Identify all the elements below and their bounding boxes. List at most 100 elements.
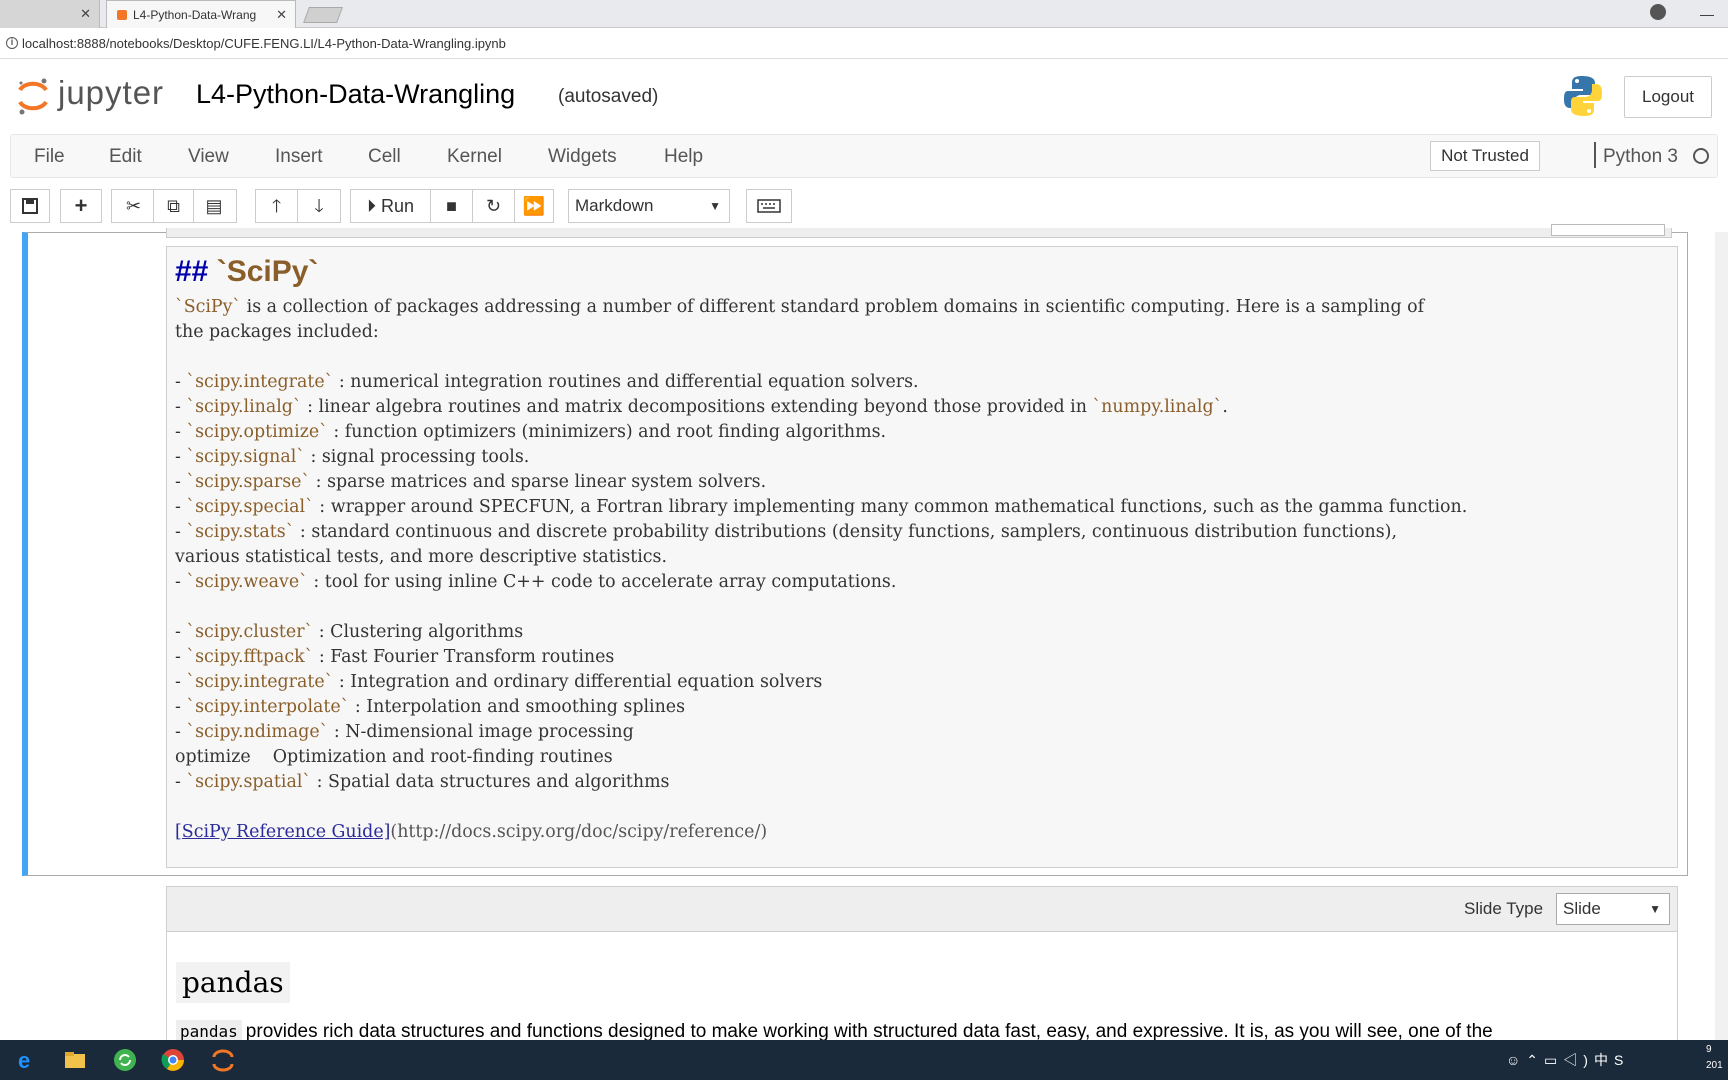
logout-button[interactable]: Logout (1624, 76, 1712, 118)
move-button-group: 🡑 🡓 (255, 189, 341, 223)
window-minimize-icon[interactable]: — (1700, 6, 1714, 22)
menu-edit[interactable]: Edit (109, 146, 142, 168)
menu-widgets[interactable]: Widgets (548, 146, 617, 168)
page-scrollbar[interactable] (1715, 232, 1728, 1040)
people-icon[interactable]: ☺ (1506, 1052, 1526, 1068)
autosave-status: (autosaved) (558, 86, 659, 107)
browser-tab-1[interactable]: ✕ (0, 0, 100, 28)
cut-button[interactable]: ✂ (114, 190, 154, 222)
cell-1-slide-type-select[interactable] (1551, 224, 1665, 236)
dropdown-arrow-icon: ▼ (709, 199, 721, 213)
inline-code-span: `scipy.fftpack` (186, 647, 314, 667)
tab-1-close-icon[interactable]: ✕ (80, 0, 91, 28)
run-button[interactable]: ⏵ Run (351, 190, 431, 222)
menu-view[interactable]: View (188, 146, 229, 168)
markdown-text: . (1222, 397, 1228, 417)
edge-browser-icon[interactable]: e (14, 1047, 40, 1073)
markdown-text: the packages included: (175, 322, 379, 342)
interrupt-button[interactable]: ■ (431, 190, 473, 222)
browser-tab-2[interactable]: L4-Python-Data-Wrang ✕ (106, 0, 296, 28)
menu-kernel[interactable]: Kernel (447, 146, 502, 168)
pandas-paragraph-text: provides rich data structures and functi… (245, 1021, 1493, 1042)
tab-2-close-icon[interactable]: ✕ (276, 1, 287, 29)
markdown-body: `SciPy` is a collection of packages addr… (175, 295, 1669, 845)
new-tab-button[interactable] (303, 7, 343, 23)
save-button[interactable] (10, 189, 50, 223)
volume-icon[interactable]: ◁) (1563, 1052, 1594, 1068)
browser-tab-strip: ✕ L4-Python-Data-Wrang ✕ — (0, 0, 1728, 28)
markdown-line: - `scipy.linalg` : linear algebra routin… (175, 395, 1669, 420)
markdown-text: : signal processing tools. (304, 447, 530, 467)
kernel-idle-indicator-icon (1693, 148, 1709, 164)
file-explorer-icon[interactable] (62, 1047, 88, 1073)
menu-file[interactable]: File (34, 146, 65, 168)
inline-code-span: `numpy.linalg` (1092, 397, 1223, 417)
markdown-line: - `scipy.weave` : tool for using inline … (175, 570, 1669, 595)
markdown-line (175, 595, 1669, 620)
markdown-text: (http://docs.scipy.org/doc/scipy/referen… (390, 822, 768, 842)
markdown-text: : N-dimensional image processing (328, 722, 634, 742)
address-bar[interactable]: i localhost:8888/notebooks/Desktop/CUFE.… (0, 29, 1728, 59)
markdown-text: - (175, 522, 187, 542)
arrow-down-icon: 🡓 (314, 196, 324, 216)
copy-icon: ⧉ (167, 196, 180, 216)
inline-code-span: `scipy.stats` (186, 522, 295, 542)
sogou-icon[interactable]: S (1614, 1052, 1629, 1068)
move-up-button[interactable]: 🡑 (256, 190, 298, 222)
cell-type-select[interactable]: Markdown ▼ (568, 189, 730, 223)
jupyter-wordmark[interactable]: jupyter (58, 74, 164, 112)
not-trusted-button[interactable]: Not Trusted (1430, 141, 1540, 171)
chrome-icon[interactable] (160, 1047, 186, 1073)
notebook-title[interactable]: L4-Python-Data-Wrangling (196, 79, 515, 110)
system-tray[interactable]: ☺⌃▭◁)中S (1506, 1050, 1629, 1070)
inline-code-span: `scipy.integrate` (186, 372, 334, 392)
kernel-separator (1594, 142, 1596, 168)
markdown-text: : standard continuous and discrete proba… (294, 522, 1397, 542)
move-down-button[interactable]: 🡓 (298, 190, 340, 222)
heading-code: `SciPy` (216, 255, 319, 288)
input-method-icon[interactable]: 中 (1594, 1052, 1614, 1068)
jupyter-taskbar-icon[interactable] (210, 1047, 236, 1073)
step-forward-icon: ⏵ (366, 196, 376, 216)
insert-cell-button[interactable]: + (60, 189, 102, 223)
jupyter-logo-icon[interactable] (16, 76, 50, 116)
site-info-icon[interactable]: i (6, 37, 18, 49)
paste-button[interactable]: ▤ (194, 190, 234, 222)
markdown-text: - (175, 447, 187, 467)
profile-icon[interactable] (1650, 4, 1666, 20)
menu-cell[interactable]: Cell (368, 146, 401, 168)
markdown-text: - (175, 772, 187, 792)
menu-help[interactable]: Help (664, 146, 703, 168)
markdown-line: - `scipy.integrate` : Integration and or… (175, 670, 1669, 695)
restart-icon: ↻ (485, 196, 502, 216)
markdown-text: : Clustering algorithms (313, 622, 524, 642)
markdown-line: various statistical tests, and more desc… (175, 545, 1669, 570)
clock-time: 9 (1706, 1044, 1712, 1055)
url-text[interactable]: localhost:8888/notebooks/Desktop/CUFE.FE… (22, 36, 506, 51)
menu-insert[interactable]: Insert (275, 146, 323, 168)
chevron-up-icon[interactable]: ⌃ (1526, 1052, 1544, 1068)
markdown-line: [SciPy Reference Guide](http://docs.scip… (175, 820, 1669, 845)
inline-code-span: `scipy.sparse` (186, 472, 311, 492)
inline-code-span: `scipy.spatial` (186, 772, 312, 792)
markdown-line: `SciPy` is a collection of packages addr… (175, 295, 1669, 320)
markdown-line: - `scipy.interpolate` : Interpolation an… (175, 695, 1669, 720)
restart-button[interactable]: ↻ (473, 190, 515, 222)
python-logo-icon (1564, 76, 1602, 116)
slide-type-select[interactable]: Slide ▼ (1556, 893, 1670, 925)
markdown-editor[interactable]: ## `SciPy` `SciPy` is a collection of pa… (166, 246, 1678, 868)
taskbar-clock[interactable]: 9 201 (1706, 1042, 1723, 1074)
kernel-name: Python 3 (1603, 146, 1678, 167)
markdown-text: various statistical tests, and more desc… (175, 547, 667, 567)
svg-text:e: e (18, 1048, 30, 1073)
markdown-text: - (175, 372, 187, 392)
network-icon[interactable]: ▭ (1544, 1052, 1563, 1068)
sync-app-icon[interactable] (112, 1047, 138, 1073)
inline-code-span: `scipy.signal` (186, 447, 305, 467)
clock-date: 201 (1706, 1060, 1723, 1071)
command-palette-button[interactable] (746, 189, 792, 223)
copy-button[interactable]: ⧉ (154, 190, 194, 222)
markdown-line (175, 795, 1669, 820)
inline-code-span: `scipy.interpolate` (186, 697, 350, 717)
restart-run-all-button[interactable]: ⏩ (515, 190, 553, 222)
